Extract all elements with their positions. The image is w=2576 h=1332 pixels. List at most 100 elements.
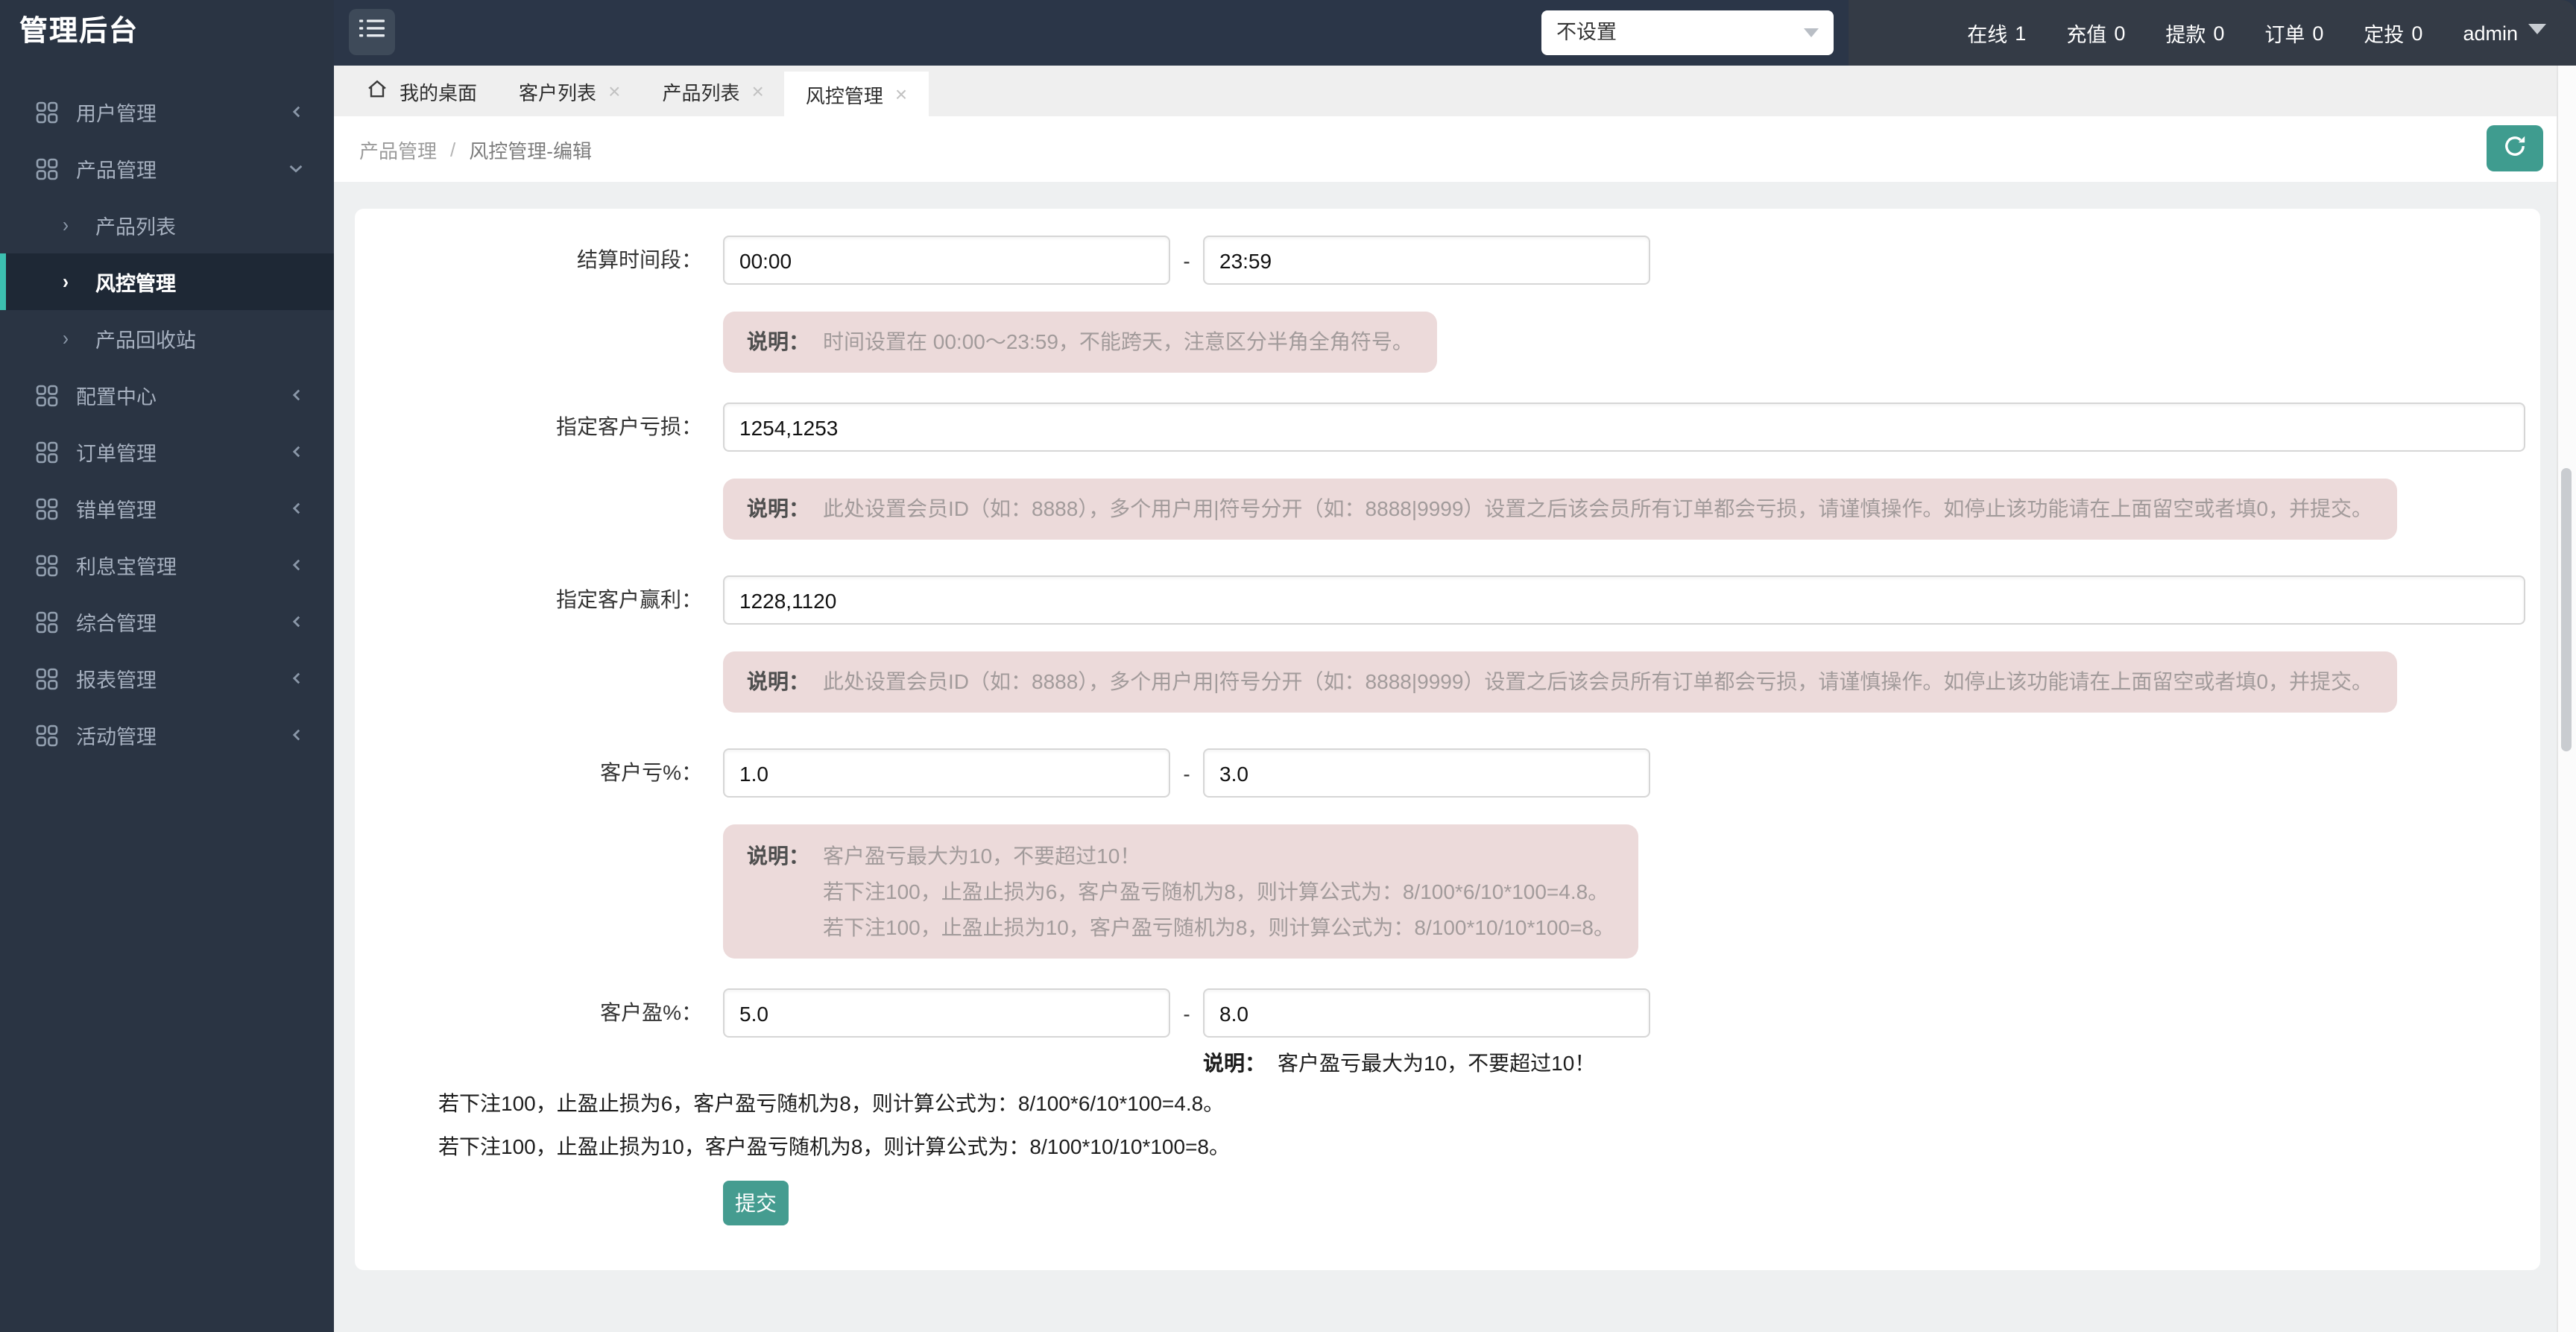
grid-icon: [36, 497, 58, 520]
stat-fixed-invest[interactable]: 定投 0: [2364, 18, 2422, 48]
breadcrumb-section[interactable]: 产品管理: [359, 135, 437, 163]
settlement-time-label: 结算时间段：: [355, 236, 702, 285]
chevron-left-icon: [289, 727, 304, 742]
sidebar-subitem-product-recycle[interactable]: › 产品回收站: [0, 310, 334, 367]
formula-line: 若下注100，止盈止损为10，客户盈亏随机为8，则计算公式为：8/100*10/…: [438, 1129, 2540, 1164]
force-loss-input[interactable]: [723, 403, 2525, 452]
note-text: 时间设置在 00:00～23:59，不能跨天，注意区分半角全角符号。: [823, 328, 1413, 356]
tab-risk-control[interactable]: 风控管理 ×: [785, 72, 928, 116]
stat-value: 0: [2411, 22, 2422, 44]
customer-loss-min-input[interactable]: [723, 748, 1170, 798]
chevron-left-icon: [289, 444, 304, 459]
settlement-end-input[interactable]: [1203, 236, 1650, 285]
vertical-scrollbar[interactable]: [2557, 66, 2576, 1332]
grid-icon: [36, 384, 58, 406]
app-title: 管理后台: [0, 0, 334, 66]
tab-label: 风控管理: [806, 80, 883, 108]
sidebar-item-label: 综合管理: [76, 607, 157, 637]
admin-app: 管理后台 用户管理 产品管理 ›: [0, 0, 2576, 1332]
username: admin: [2463, 22, 2518, 44]
stat-label: 充值: [2066, 18, 2106, 48]
sidebar-item-label: 报表管理: [76, 663, 157, 693]
sidebar-item-label: 产品管理: [76, 154, 157, 183]
chevron-left-icon: [289, 388, 304, 403]
sidebar-item-label: 错单管理: [76, 493, 157, 523]
user-menu[interactable]: admin: [2463, 22, 2546, 44]
stat-value: 0: [2213, 22, 2224, 44]
chevron-down-icon: [288, 161, 304, 176]
stat-deposit[interactable]: 充值 0: [2066, 18, 2125, 48]
customer-win-pct-label: 客户盈%：: [355, 988, 702, 1038]
sidebar-item-user-management[interactable]: 用户管理: [0, 83, 334, 140]
scrollbar-thumb[interactable]: [2561, 468, 2572, 751]
settlement-time-note: 说明： 时间设置在 00:00～23:59，不能跨天，注意区分半角全角符号。: [723, 312, 1437, 373]
tab-product-list[interactable]: 产品列表 ×: [641, 66, 784, 116]
close-icon[interactable]: ×: [895, 83, 907, 104]
grid-icon: [36, 667, 58, 689]
sidebar-item-label: 活动管理: [76, 720, 157, 750]
force-loss-row: 指定客户亏损：: [355, 403, 2540, 452]
force-loss-label: 指定客户亏损：: [355, 403, 702, 452]
force-loss-note: 说明： 此处设置会员ID（如：8888），多个用户用|符号分开（如：8888|9…: [723, 479, 2396, 540]
sidebar-subitem-label: 产品回收站: [95, 323, 196, 353]
stat-online[interactable]: 在线 1: [1967, 18, 2026, 48]
grid-icon: [36, 101, 58, 123]
breadcrumb: 产品管理 / 风控管理-编辑: [359, 116, 592, 182]
range-separator: -: [1170, 248, 1203, 272]
product-filter-select[interactable]: 不设置: [1541, 10, 1834, 55]
sidebar-item-interest-treasure[interactable]: 利息宝管理: [0, 537, 334, 593]
stat-orders[interactable]: 订单 0: [2264, 18, 2323, 48]
chevron-left-icon: [289, 614, 304, 629]
sidebar-item-error-order-management[interactable]: 错单管理: [0, 480, 334, 537]
note-text: 此处设置会员ID（如：8888），多个用户用|符号分开（如：8888|9999）…: [823, 495, 2373, 523]
sidebar-toggle-button[interactable]: [349, 9, 395, 55]
note-label: 说明：: [747, 838, 809, 945]
force-win-note: 说明： 此处设置会员ID（如：8888），多个用户用|符号分开（如：8888|9…: [723, 651, 2396, 713]
force-win-label: 指定客户赢利：: [355, 575, 702, 625]
settlement-time-row: 结算时间段： -: [355, 236, 2540, 285]
customer-loss-max-input[interactable]: [1203, 748, 1650, 798]
grid-icon: [36, 610, 58, 633]
sidebar: 管理后台 用户管理 产品管理 ›: [0, 0, 334, 1332]
sidebar-subitem-label: 产品列表: [95, 210, 176, 240]
stat-label: 订单: [2264, 18, 2305, 48]
content-area: 结算时间段： - 说明： 时间设置在 00:00～23:59，不能跨天，注意区分…: [334, 182, 2576, 1332]
settlement-start-input[interactable]: [723, 236, 1170, 285]
grid-icon: [36, 554, 58, 576]
customer-win-max-input[interactable]: [1203, 988, 1650, 1038]
stat-label: 在线: [1967, 18, 2007, 48]
chevron-left-icon: [289, 104, 304, 119]
customer-win-min-input[interactable]: [723, 988, 1170, 1038]
submit-button[interactable]: 提交: [723, 1181, 789, 1225]
sidebar-item-order-management[interactable]: 订单管理: [0, 423, 334, 480]
top-header: 不设置 在线 1 充值 0 提款 0 订单 0 定投 0: [334, 0, 2576, 66]
refresh-button[interactable]: [2487, 125, 2543, 171]
sidebar-item-comprehensive-management[interactable]: 综合管理: [0, 593, 334, 650]
sidebar-item-report-management[interactable]: 报表管理: [0, 650, 334, 707]
sidebar-item-label: 配置中心: [76, 380, 157, 410]
sidebar-item-activity-management[interactable]: 活动管理: [0, 707, 334, 763]
sidebar-item-product-management[interactable]: 产品管理: [0, 140, 334, 197]
tab-label: 我的桌面: [400, 77, 477, 105]
chevron-left-icon: [289, 671, 304, 686]
breadcrumb-page: 风控管理-编辑: [469, 135, 592, 163]
tab-customer-list[interactable]: 客户列表 ×: [498, 66, 641, 116]
sidebar-item-config-center[interactable]: 配置中心: [0, 367, 334, 423]
stat-withdraw[interactable]: 提款 0: [2165, 18, 2224, 48]
header-status-bar: 在线 1 充值 0 提款 0 订单 0 定投 0 admin: [1849, 0, 2576, 66]
tab-my-desktop[interactable]: 我的桌面: [346, 66, 498, 116]
customer-loss-pct-label: 客户亏%：: [355, 748, 702, 798]
force-win-input[interactable]: [723, 575, 2525, 625]
sidebar-subitem-risk-control[interactable]: › 风控管理: [0, 253, 334, 310]
breadcrumb-bar: 产品管理 / 风控管理-编辑: [334, 116, 2558, 182]
close-icon[interactable]: ×: [751, 81, 763, 101]
sidebar-subitem-product-list[interactable]: › 产品列表: [0, 197, 334, 253]
customer-win-pct-row: 客户盈%： -: [355, 988, 2540, 1038]
close-icon[interactable]: ×: [608, 81, 620, 101]
note-label: 说明：: [1203, 1051, 1266, 1075]
stat-label: 提款: [2165, 18, 2206, 48]
note-text: 客户盈亏最大为10，不要超过10！ 若下注100，止盈止损为6，客户盈亏随机为8…: [823, 838, 1614, 945]
note-text: 客户盈亏最大为10，不要超过10！: [1278, 1051, 1595, 1075]
refresh-icon: [2501, 133, 2528, 164]
menu-list-icon: [359, 18, 385, 46]
